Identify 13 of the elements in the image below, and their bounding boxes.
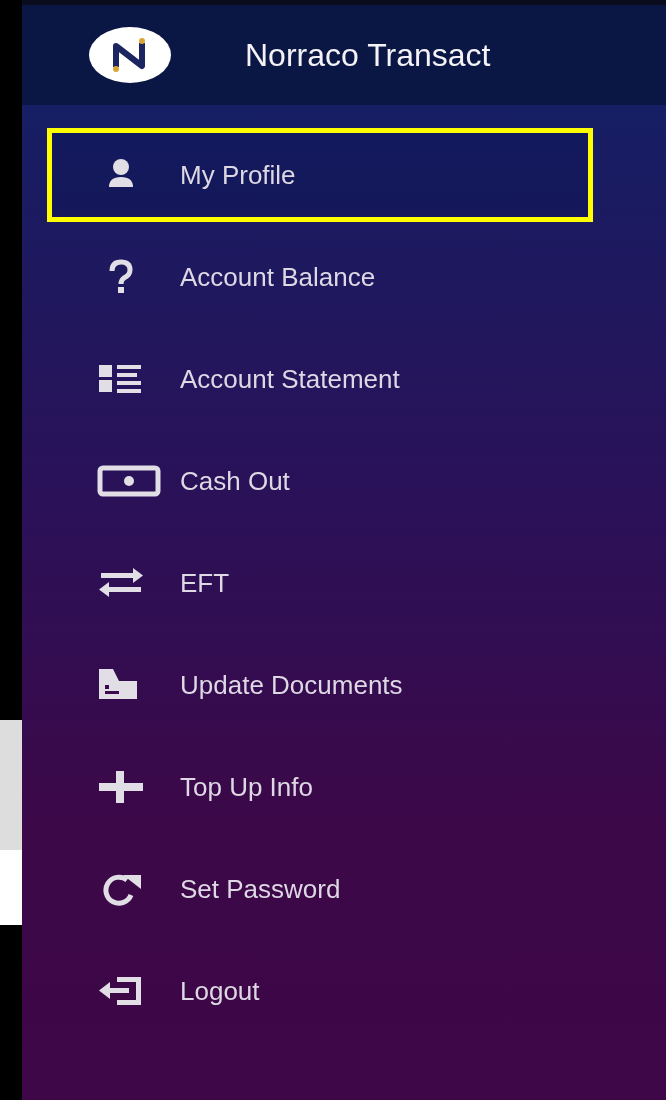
menu-item[interactable]: Account Balance (47, 230, 593, 324)
menu-item[interactable]: My Profile (47, 128, 593, 222)
app-title: Norraco Transact (245, 36, 491, 74)
menu-item[interactable]: Top Up Info (47, 740, 593, 834)
menu-item[interactable]: Logout (47, 944, 593, 1038)
menu-item[interactable]: Account Statement (47, 332, 593, 426)
menu-item[interactable]: Set Password (47, 842, 593, 936)
menu-item[interactable]: EFT (47, 536, 593, 630)
plus-icon (97, 769, 145, 805)
menu-item[interactable]: Cash Out (47, 434, 593, 528)
banknote-icon (97, 463, 161, 499)
logo-icon (88, 26, 172, 84)
menu-item[interactable]: Update Documents (47, 638, 593, 732)
